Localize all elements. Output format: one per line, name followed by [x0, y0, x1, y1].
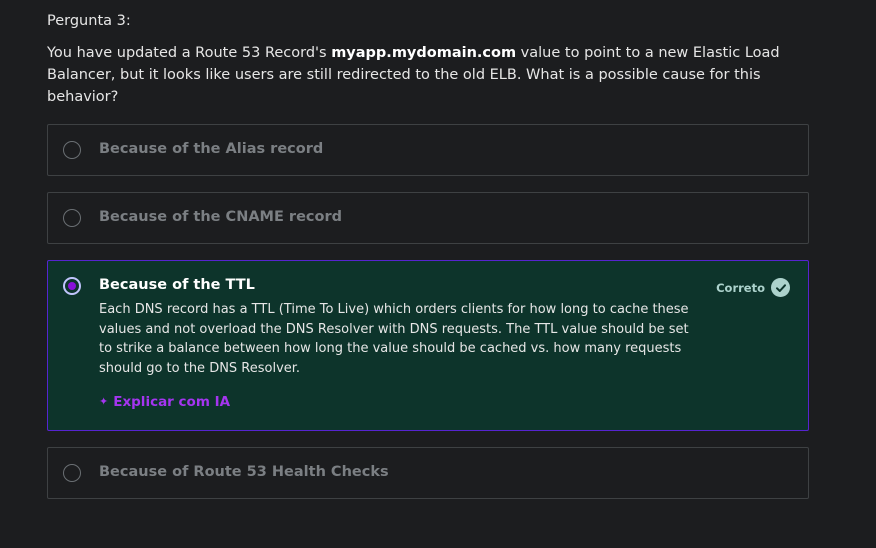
answer-option-4[interactable]: Because of Route 53 Health Checks	[47, 447, 809, 499]
sparkle-icon: ✦	[99, 395, 109, 408]
answer-option-1[interactable]: Because of the Alias record	[47, 124, 809, 176]
question-number: Pergunta 3:	[47, 13, 131, 29]
answer-radio-1[interactable]	[63, 141, 81, 159]
answer-label-3: Because of the TTL	[99, 277, 255, 293]
answer-label-2: Because of the CNAME record	[99, 209, 343, 225]
correct-badge: Correto	[716, 278, 790, 297]
check-circle-icon	[771, 278, 790, 297]
answer-label-4: Because of Route 53 Health Checks	[99, 464, 389, 480]
answer-radio-2[interactable]	[63, 209, 81, 227]
explain-with-ai-label: Explicar com IA	[113, 394, 231, 410]
answer-radio-3[interactable]	[63, 277, 81, 295]
correct-status-text: Correto	[716, 280, 765, 295]
explain-with-ai-link[interactable]: ✦ Explicar com IA	[99, 394, 230, 410]
answer-explanation: Each DNS record has a TTL (Time To Live)…	[99, 302, 689, 376]
question-text-before: You have updated a Route 53 Record's	[47, 45, 332, 61]
question-text-domain: myapp.mydomain.com	[331, 45, 517, 61]
answer-radio-4[interactable]	[63, 464, 81, 482]
question-text: You have updated a Route 53 Record's mya…	[47, 42, 787, 108]
answer-option-2[interactable]: Because of the CNAME record	[47, 192, 809, 244]
answer-option-3[interactable]: Because of the TTL Correto Each DNS reco…	[47, 260, 809, 431]
answer-label-1: Because of the Alias record	[99, 141, 324, 157]
